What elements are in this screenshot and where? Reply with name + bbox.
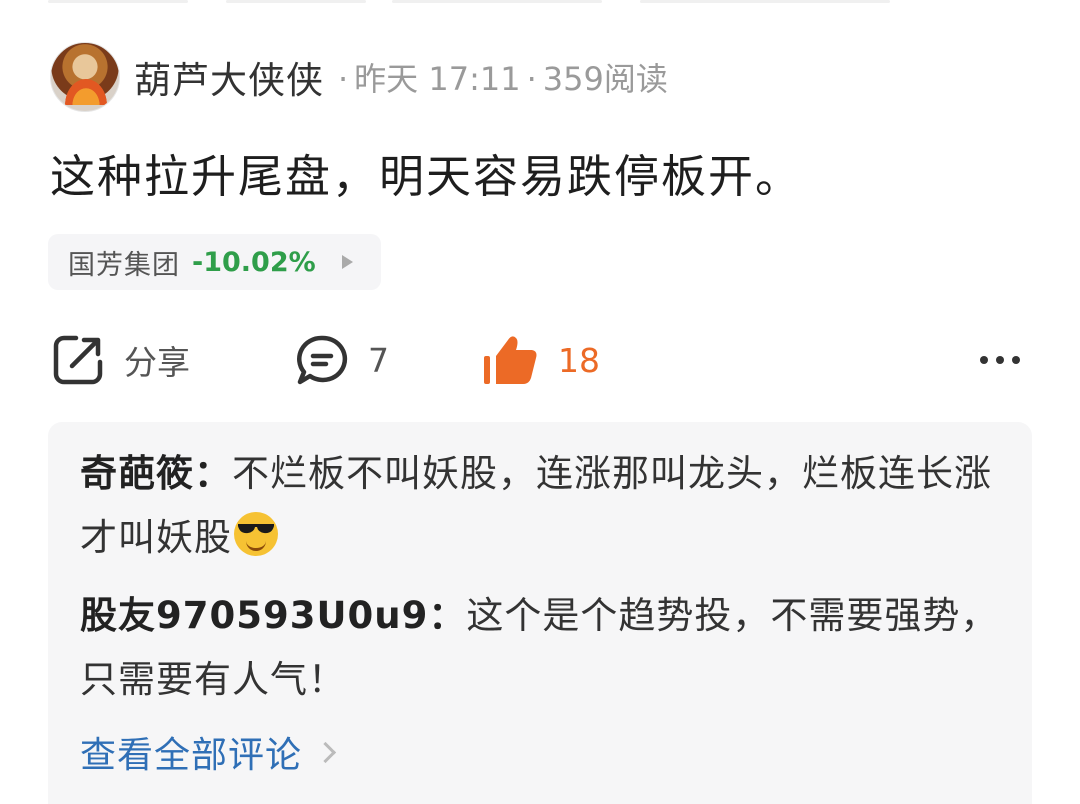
like-button[interactable]: 18 — [482, 328, 600, 392]
stock-name: 国芳集团 — [68, 249, 180, 281]
comments-preview: 奇葩筱：不烂板不叫妖股，连涨那叫龙头，烂板连长涨才叫妖股 股友970593U0u… — [48, 422, 1032, 804]
play-arrow-icon — [341, 255, 353, 269]
comment-item[interactable]: 股友970593U0u9：这个是个趋势投，不需要强势，只需要有人气！ — [80, 584, 1010, 712]
share-button[interactable]: 分享 — [50, 328, 190, 392]
like-count: 18 — [558, 340, 600, 380]
sunglasses-emoji-icon — [234, 512, 278, 556]
action-bar: 分享 7 18 — [50, 328, 1030, 392]
more-button[interactable] — [976, 328, 1024, 392]
post-time: 昨天 17:11 — [354, 60, 521, 98]
more-icon — [976, 356, 1024, 364]
comment-icon — [297, 335, 348, 385]
view-all-comments-link[interactable]: 查看全部评论 — [80, 726, 337, 778]
stock-change: -10.02% — [192, 246, 316, 278]
view-all-label: 查看全部评论 — [80, 735, 303, 776]
chevron-right-icon — [314, 741, 337, 763]
comment-button[interactable]: 7 — [294, 328, 389, 392]
avatar[interactable] — [50, 42, 120, 112]
stock-tag[interactable]: 国芳集团 -10.02% — [48, 234, 381, 290]
top-divider — [0, 0, 1080, 4]
post-meta: · 昨天 17:11 · 359阅读 — [338, 60, 668, 98]
thumbs-up-icon — [484, 336, 537, 384]
comment-user: 股友970593U0u9： — [80, 594, 467, 637]
share-icon — [53, 335, 103, 385]
author-name[interactable]: 葫芦大侠侠 — [134, 50, 324, 104]
comment-item[interactable]: 奇葩筱：不烂板不叫妖股，连涨那叫龙头，烂板连长涨才叫妖股 — [80, 442, 1010, 570]
post-content[interactable]: 这种拉升尾盘，明天容易跌停板开。 — [50, 140, 802, 205]
share-label: 分享 — [124, 343, 190, 382]
read-count: 359阅读 — [542, 60, 668, 98]
post-header: 葫芦大侠侠 · 昨天 17:11 · 359阅读 — [50, 42, 668, 112]
comment-user: 奇葩筱： — [80, 452, 232, 495]
comment-count: 7 — [368, 340, 389, 380]
